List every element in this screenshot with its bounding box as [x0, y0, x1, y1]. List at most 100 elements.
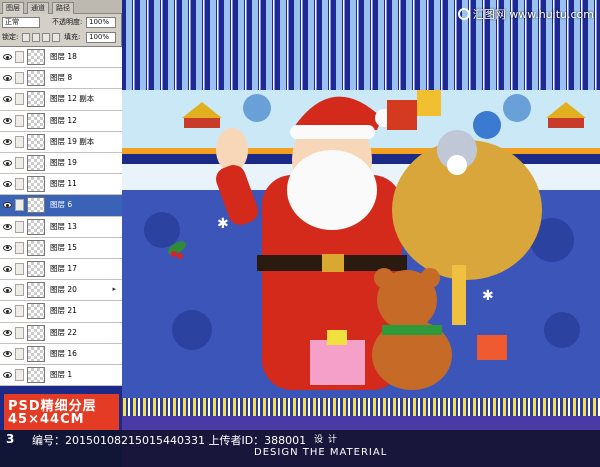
lock-all-icon[interactable]	[52, 33, 60, 42]
layer-link-box[interactable]	[15, 135, 24, 148]
layer-name: 图层 21	[50, 306, 77, 316]
layer-thumbnail	[27, 303, 45, 320]
artwork-canvas: ✱ ✱	[122, 0, 600, 467]
layer-row[interactable]: 图层 16	[0, 343, 122, 365]
visibility-eye-icon[interactable]	[3, 96, 12, 103]
layer-row[interactable]: 图层 15	[0, 237, 122, 259]
lock-label: 锁定:	[2, 33, 19, 41]
layer-link-box[interactable]	[15, 72, 24, 85]
layer-thumbnail	[27, 367, 45, 383]
visibility-eye-icon[interactable]	[3, 160, 12, 166]
lock-position-icon[interactable]	[42, 33, 50, 42]
layer-row[interactable]: 图层 8	[0, 68, 122, 90]
layer-link-box[interactable]	[15, 157, 24, 169]
layer-link-box[interactable]	[15, 263, 24, 275]
layer-effects-icon[interactable]: ▸	[112, 285, 116, 293]
design-caption: 设 计	[314, 435, 338, 445]
layer-link-box[interactable]	[15, 199, 24, 212]
lock-fill-row: 锁定: 填充: 100%	[2, 31, 120, 44]
layer-name: 图层 16	[50, 348, 77, 358]
layer-row[interactable]: 图层 18	[0, 47, 122, 69]
layer-row[interactable]: 图层 20 ▸	[0, 280, 122, 302]
layer-thumbnail	[27, 70, 45, 87]
visibility-eye-icon[interactable]	[3, 329, 12, 336]
layer-row[interactable]: 图层 22	[0, 322, 122, 344]
layer-thumbnail	[27, 133, 45, 150]
visibility-eye-icon[interactable]	[3, 138, 12, 145]
watermark-logo-icon	[457, 8, 470, 20]
layer-row[interactable]: 图层 12 副本	[0, 89, 122, 111]
layer-name: 图层 6	[50, 200, 73, 210]
visibility-eye-icon[interactable]	[3, 117, 12, 124]
visibility-eye-icon[interactable]	[3, 202, 12, 209]
layer-row[interactable]: 图层 19	[0, 153, 122, 175]
layer-link-box[interactable]	[15, 305, 24, 318]
layer-thumbnail	[27, 91, 45, 108]
opacity-input[interactable]: 100%	[86, 17, 116, 28]
fill-label: 填充:	[64, 33, 81, 41]
layer-row[interactable]: 图层 13	[0, 216, 122, 238]
layer-name: 图层 17	[50, 264, 77, 273]
visibility-eye-icon[interactable]	[3, 287, 12, 294]
brand-subtitle: DESIGN THE MATERIAL	[254, 447, 388, 458]
layer-link-box[interactable]	[15, 51, 24, 63]
layer-link-box[interactable]	[15, 347, 24, 360]
visibility-eye-icon[interactable]	[3, 308, 12, 315]
gift-bow	[327, 330, 347, 345]
panel-tabs: 图层 通道 路径	[0, 0, 122, 14]
layer-row[interactable]: 图层 19 副本	[0, 131, 122, 153]
visibility-eye-icon[interactable]	[3, 75, 12, 82]
layer-link-box[interactable]	[15, 220, 24, 233]
layer-link-box[interactable]	[15, 93, 24, 106]
visibility-eye-icon[interactable]	[3, 350, 12, 357]
layer-thumbnail	[27, 282, 45, 299]
layer-link-box[interactable]	[15, 178, 24, 191]
layer-name: 图层 19	[50, 158, 77, 167]
layer-row[interactable]: 图层 21	[0, 301, 122, 323]
christmas-artwork: ✱ ✱	[122, 0, 600, 467]
layer-row[interactable]: 图层 11	[0, 174, 122, 196]
layer-name: 图层 8	[50, 73, 73, 83]
visibility-eye-icon[interactable]	[3, 372, 12, 378]
layer-thumbnail	[27, 176, 45, 193]
visibility-eye-icon[interactable]	[3, 244, 12, 251]
tab-paths[interactable]: 路径	[52, 2, 74, 14]
layer-name: 图层 20	[50, 285, 77, 295]
fill-input[interactable]: 100%	[86, 32, 116, 43]
visibility-eye-icon[interactable]	[3, 181, 12, 188]
layer-name: 图层 22	[50, 327, 77, 337]
layer-row[interactable]: 图层 1	[0, 365, 122, 387]
layer-name: 图层 1	[50, 370, 73, 379]
lock-transparency-icon[interactable]	[22, 33, 30, 42]
psd-badge: PSD精细分层 45×44CM	[4, 394, 119, 430]
visibility-eye-icon[interactable]	[3, 266, 12, 272]
gift-box-2	[477, 335, 507, 360]
visibility-eye-icon[interactable]	[3, 223, 12, 230]
layer-row[interactable]: 图层 12	[0, 110, 122, 132]
layer-name: 图层 12 副本	[50, 94, 95, 104]
layer-thumbnail	[27, 324, 45, 341]
visibility-eye-icon[interactable]	[3, 54, 12, 60]
layer-link-box[interactable]	[15, 114, 24, 127]
layer-thumbnail	[27, 49, 45, 65]
layer-link-box[interactable]	[15, 369, 24, 381]
layer-thumbnail	[27, 197, 45, 214]
tab-channels[interactable]: 通道	[27, 2, 49, 14]
bottom-stripes	[122, 398, 600, 416]
layer-link-box[interactable]	[15, 241, 24, 254]
blend-opacity-row: 正常 不透明度: 100%	[2, 16, 120, 29]
layer-thumbnail	[27, 239, 45, 256]
blend-mode-select[interactable]: 正常	[2, 17, 40, 28]
format-note: 3	[6, 432, 15, 446]
layer-name: 图层 13	[50, 221, 77, 231]
layer-link-box[interactable]	[15, 284, 24, 297]
snowflake-icon: ✱	[217, 216, 229, 232]
tab-layers[interactable]: 图层	[2, 2, 24, 14]
site-watermark: 汇图网 www.huitu.com	[457, 6, 594, 22]
lock-image-icon[interactable]	[32, 33, 40, 42]
layer-row[interactable]: 图层 17	[0, 259, 122, 281]
layer-thumbnail	[27, 345, 45, 362]
layer-row[interactable]: 图层 6	[0, 195, 122, 217]
toy-house	[452, 265, 466, 325]
layer-link-box[interactable]	[15, 326, 24, 339]
